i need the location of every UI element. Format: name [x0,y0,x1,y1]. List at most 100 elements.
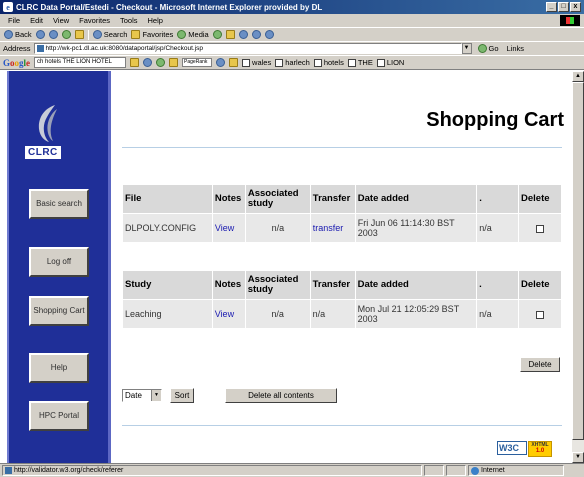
delete-checkbox[interactable] [536,224,544,233]
menu-tools[interactable]: Tools [120,16,138,25]
search-button[interactable]: Search [92,30,127,39]
column-header: Date added [354,184,478,214]
clrc-logo-icon [38,105,57,142]
associated-study: n/a [244,299,311,329]
scrollbar-thumb[interactable] [572,82,584,440]
hpc-portal-button[interactable]: HPC Portal [29,401,89,431]
mail-button[interactable] [225,30,235,39]
address-label: Address [3,44,31,53]
highlight-the[interactable]: THE [347,58,373,67]
column-header: Associated study [244,184,311,214]
favorites-button[interactable]: Favorites [131,30,173,39]
column-header: Delete [518,270,562,300]
google-info-icon[interactable] [156,58,166,67]
windows-logo-icon [560,15,580,26]
extra-value: n/a [476,299,520,329]
extra-value: n/a [476,213,520,243]
favorites-icon [131,30,141,39]
vertical-scrollbar[interactable]: ▲ ▼ [572,71,584,463]
print-button[interactable] [238,30,248,39]
view-notes-link[interactable]: View [215,309,234,319]
sort-button[interactable]: Sort [170,388,194,403]
edit-button[interactable] [251,30,261,39]
mail-icon [225,30,235,39]
status-text-pane: http://validator.w3.org/check/referer [2,465,422,476]
log-off-button[interactable]: Log off [29,247,89,277]
page-title: Shopping Cart [426,109,564,131]
edit-icon [251,30,261,39]
delete-checkbox[interactable] [536,310,544,319]
google-search-site-icon[interactable] [143,58,153,67]
column-header: . [476,184,520,214]
back-button[interactable]: Back [4,30,32,39]
go-arrow-icon [477,44,487,53]
column-header: Associated study [244,270,311,300]
minimize-button[interactable]: _ [546,2,557,12]
basic-search-button[interactable]: Basic search [29,189,89,219]
date-added: Mon Jul 21 12:05:29 BST 2003 [354,299,478,329]
refresh-icon [61,30,71,39]
menu-view[interactable]: View [53,16,69,25]
highlight-wales[interactable]: wales [242,58,271,67]
address-dropdown-button[interactable]: ▼ [461,43,472,54]
maximize-button[interactable]: □ [558,2,569,12]
files-table: File Notes Associated study Transfer Dat… [122,184,562,243]
highlight-hotels[interactable]: hotels [313,58,344,67]
date-added: Fri Jun 06 11:14:30 BST 2003 [354,213,478,243]
google-search-web-icon[interactable] [130,58,140,67]
highlight-harlech[interactable]: harlech [275,58,310,67]
menu-help[interactable]: Help [148,16,163,25]
file-name: DLPOLY.CONFIG [122,213,213,243]
delete-all-contents-button[interactable]: Delete all contents [225,388,337,403]
scroll-up-icon[interactable]: ▲ [572,71,584,82]
pagerank-meter: PageRank [182,58,213,67]
search-icon [92,30,102,39]
google-highlight-icon[interactable] [229,58,239,67]
sidebar: CLRC Basic search Log off Shopping Cart … [7,71,111,463]
menu-edit[interactable]: Edit [30,16,43,25]
sort-select[interactable]: Date ▼ [122,389,162,402]
scroll-down-icon[interactable]: ▼ [572,452,584,463]
xhtml-valid-badge[interactable]: XHTML 1.0 [528,441,552,457]
w3c-badge[interactable]: W3C [497,441,527,455]
page-viewport: CLRC Basic search Log off Shopping Cart … [0,71,572,463]
clrc-logo: CLRC [21,99,73,169]
column-header: Transfer [309,184,356,214]
view-notes-link[interactable]: View [215,223,234,233]
google-options-icon[interactable] [216,58,226,67]
table-header-row: Study Notes Associated study Transfer Da… [122,270,562,300]
delete-button[interactable]: Delete [520,357,560,372]
close-button[interactable]: x [570,2,581,12]
home-button[interactable] [74,30,84,39]
help-button[interactable]: Help [29,353,89,383]
google-search-input[interactable]: ch hotels THE LION HOTEL [34,57,127,68]
refresh-button[interactable] [61,30,71,39]
column-header: Study [122,270,213,300]
links-button[interactable]: Links [507,44,525,53]
address-input[interactable]: http://wk-pc1.dl.ac.uk:8080/dataportal/j… [33,43,462,54]
table-row: DLPOLY.CONFIG View n/a transfer Fri Jun … [122,213,562,243]
google-logo[interactable]: Google [3,58,30,68]
standard-toolbar: Back Search Favorites Media [0,27,584,41]
google-popup-icon[interactable] [169,58,179,67]
highlight-icon [242,58,251,67]
stop-button[interactable] [48,30,58,39]
discuss-icon [264,30,274,39]
menu-file[interactable]: File [8,16,20,25]
highlight-lion[interactable]: LION [376,58,404,67]
discuss-button[interactable] [264,30,274,39]
transfer-value: n/a [309,299,356,329]
forward-button[interactable] [35,30,45,39]
go-button[interactable]: Go [477,44,499,53]
home-icon [74,30,84,39]
shopping-cart-button[interactable]: Shopping Cart [29,296,89,326]
sort-select-value: Date [125,391,142,400]
history-button[interactable] [212,30,222,39]
media-button[interactable]: Media [177,30,209,39]
status-pane-empty [446,465,466,476]
highlight-icon [275,58,284,67]
column-header: Notes [211,184,246,214]
menu-favorites[interactable]: Favorites [79,16,110,25]
media-icon [177,30,187,39]
transfer-link[interactable]: transfer [313,223,344,233]
